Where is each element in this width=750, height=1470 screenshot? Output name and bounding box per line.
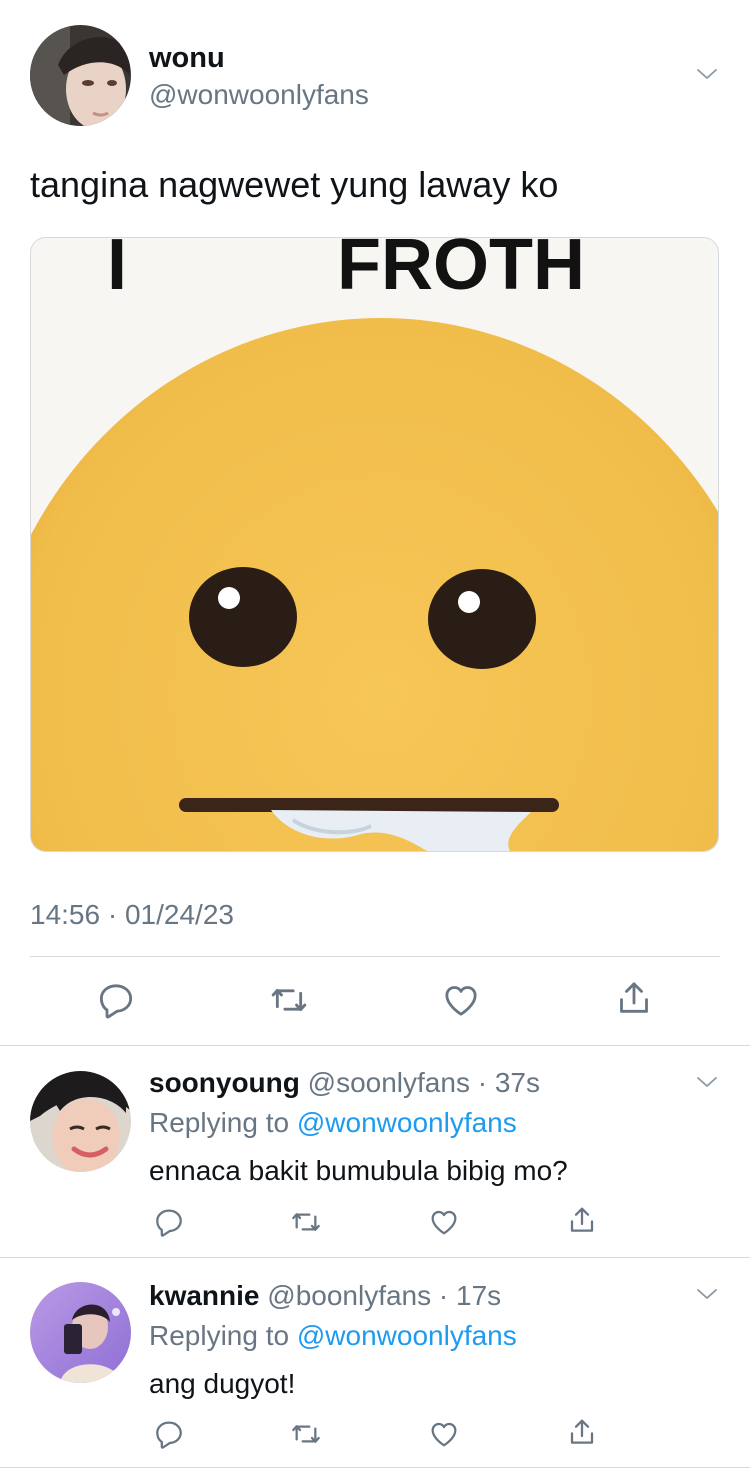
tweet-timestamp: 14:56 · 01/24/23 <box>30 899 234 931</box>
author-handle[interactable]: @wonwoonlyfans <box>149 79 369 111</box>
chevron-down-icon[interactable] <box>694 1283 720 1307</box>
replying-to-label: Replying to <box>149 1320 290 1351</box>
share-icon[interactable] <box>566 1416 598 1448</box>
divider <box>30 956 720 957</box>
tweet-media[interactable]: I FROTH <box>30 237 719 852</box>
reply-icon[interactable] <box>153 1418 185 1450</box>
replying-to-label: Replying to <box>149 1107 290 1138</box>
reply-age: 37s <box>494 1067 540 1098</box>
separator: · <box>431 1280 457 1311</box>
reply-header: kwannie @boonlyfans · 17s <box>149 1280 501 1312</box>
share-icon[interactable] <box>566 1204 598 1236</box>
avatar[interactable] <box>30 25 131 126</box>
reply-header: soonyoung @soonlyfans · 37s <box>149 1067 540 1099</box>
avatar-photo <box>30 1282 131 1383</box>
divider <box>0 1467 750 1468</box>
reply-age: 17s <box>456 1280 502 1311</box>
retweet-icon[interactable] <box>269 980 309 1020</box>
meme-caption-right: FROTH <box>337 237 585 305</box>
reply-text: ennaca bakit bumubula bibig mo? <box>149 1155 568 1186</box>
divider <box>0 1257 750 1258</box>
author-handle[interactable]: @boonlyfans <box>267 1280 431 1311</box>
author-name[interactable]: kwannie <box>149 1280 259 1311</box>
author-handle[interactable]: @soonlyfans <box>308 1067 470 1098</box>
froth-meme-image <box>31 238 718 851</box>
reply-icon[interactable] <box>96 980 136 1020</box>
like-icon[interactable] <box>428 1418 460 1450</box>
author-name[interactable]: soonyoung <box>149 1067 300 1098</box>
avatar-photo <box>30 1071 131 1172</box>
author-name[interactable]: wonu <box>149 42 225 75</box>
divider <box>0 1045 750 1046</box>
replying-to: Replying to @wonwoonlyfans <box>149 1107 517 1139</box>
chevron-down-icon[interactable] <box>694 1071 720 1095</box>
like-icon[interactable] <box>428 1206 460 1238</box>
reply-icon[interactable] <box>153 1206 185 1238</box>
tweet-text: tangina nagwewet yung laway ko <box>30 164 559 205</box>
separator: · <box>107 899 118 930</box>
like-icon[interactable] <box>441 980 481 1020</box>
share-icon[interactable] <box>614 978 654 1018</box>
retweet-icon[interactable] <box>290 1418 322 1450</box>
tweet-date: 01/24/23 <box>124 899 234 930</box>
avatar-photo <box>30 25 131 126</box>
reply-text: ang dugyot! <box>149 1368 296 1399</box>
meme-caption-left: I <box>107 237 128 305</box>
retweet-icon[interactable] <box>290 1206 322 1238</box>
chevron-down-icon[interactable] <box>694 63 720 87</box>
replying-to: Replying to @wonwoonlyfans <box>149 1320 517 1352</box>
replying-to-handle[interactable]: @wonwoonlyfans <box>297 1320 517 1351</box>
tweet-time: 14:56 <box>30 899 101 930</box>
avatar[interactable] <box>30 1282 131 1383</box>
avatar[interactable] <box>30 1071 131 1172</box>
separator: · <box>469 1067 495 1098</box>
replying-to-handle[interactable]: @wonwoonlyfans <box>297 1107 517 1138</box>
